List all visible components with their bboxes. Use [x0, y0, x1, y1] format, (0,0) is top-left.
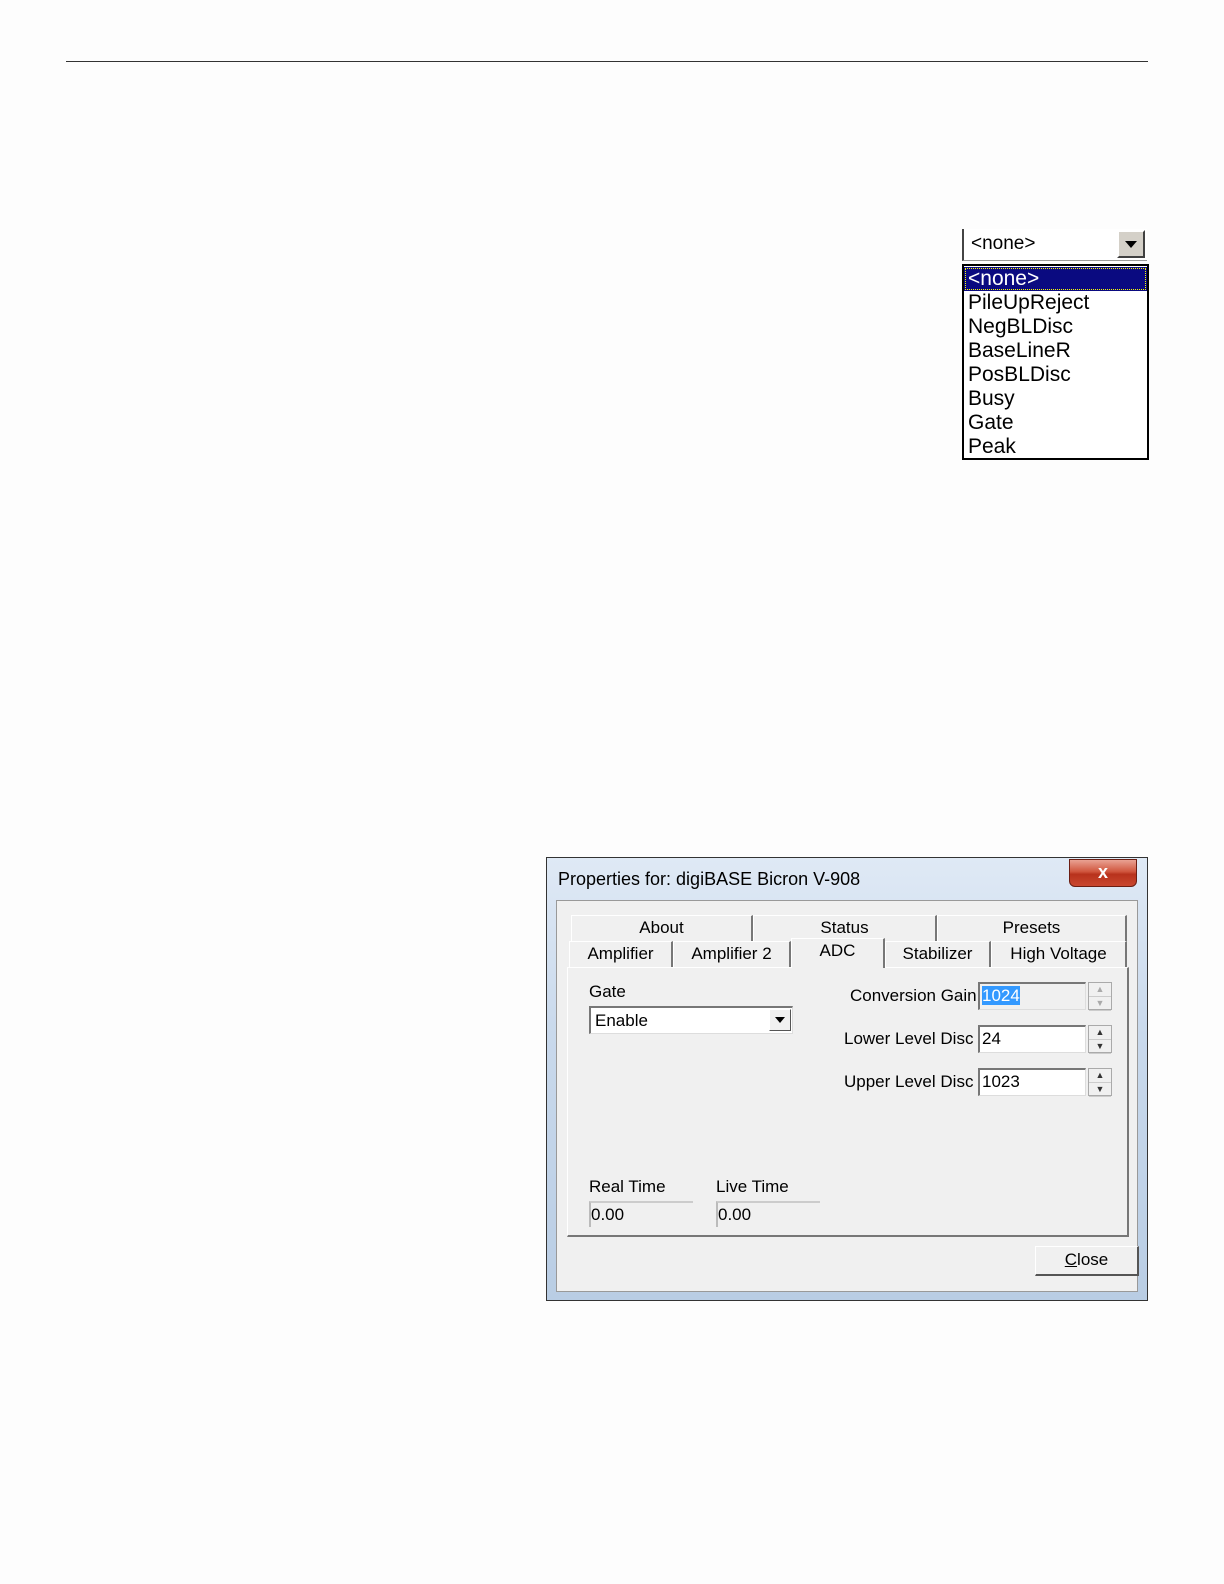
upper-level-disc-value: 1023: [982, 1072, 1020, 1091]
list-item-gate[interactable]: Gate: [964, 411, 1147, 435]
upper-level-disc-input[interactable]: 1023: [978, 1068, 1086, 1096]
spin-down-icon[interactable]: ▼: [1089, 1040, 1111, 1054]
gate-dropdown-button[interactable]: [769, 1009, 791, 1031]
dialog-client-area: About Status Presets Amplifier Amplifier…: [556, 900, 1139, 1292]
lower-level-disc-spinner[interactable]: ▲ ▼: [1088, 1025, 1112, 1054]
page-header-rule: [66, 61, 1148, 62]
output-select-dropdown-button[interactable]: [1117, 230, 1145, 258]
lower-level-disc-value: 24: [982, 1029, 1001, 1048]
spin-up-icon[interactable]: ▲: [1089, 1026, 1111, 1040]
conversion-gain-input[interactable]: 1024: [978, 982, 1086, 1010]
spin-up-icon[interactable]: ▲: [1089, 1069, 1111, 1083]
output-select-combo[interactable]: <none>: [962, 229, 1147, 261]
list-item-peak[interactable]: Peak: [964, 435, 1147, 459]
live-time-label: Live Time: [716, 1177, 789, 1196]
output-select-value: <none>: [971, 233, 1036, 254]
lower-level-disc-input[interactable]: 24: [978, 1025, 1086, 1053]
gate-select[interactable]: Enable: [589, 1006, 793, 1034]
tab-about[interactable]: About: [571, 915, 753, 941]
tab-presets[interactable]: Presets: [937, 915, 1127, 941]
gate-label: Gate: [589, 982, 626, 1001]
close-window-button[interactable]: x: [1069, 859, 1137, 887]
close-icon: x: [1097, 862, 1108, 882]
gate-select-value: Enable: [595, 1011, 648, 1030]
tab-stabilizer[interactable]: Stabilizer: [885, 941, 991, 967]
tab-high-voltage[interactable]: High Voltage: [991, 941, 1127, 967]
close-button-mnemonic: C: [1064, 1250, 1078, 1269]
list-item-none[interactable]: <none>: [964, 267, 1147, 291]
output-select-list[interactable]: <none> PileUpReject NegBLDisc BaseLineR …: [962, 264, 1149, 460]
upper-level-disc-label: Upper Level Disc: [844, 1072, 974, 1091]
chevron-down-icon: [1125, 240, 1137, 248]
list-item-baseliner[interactable]: BaseLineR: [964, 339, 1147, 363]
chevron-down-icon: [775, 1017, 785, 1023]
adc-tab-panel: Gate Enable Conversion Gain 1024 ▲ ▼ Low…: [567, 967, 1129, 1237]
conversion-gain-value: 1024: [982, 986, 1020, 1005]
spin-down-icon[interactable]: ▼: [1089, 997, 1111, 1011]
real-time-field: 0.00: [589, 1201, 693, 1227]
conversion-gain-spinner[interactable]: ▲ ▼: [1088, 982, 1112, 1011]
tab-amplifier-2[interactable]: Amplifier 2: [673, 941, 791, 967]
lower-level-disc-label: Lower Level Disc: [844, 1029, 974, 1048]
properties-dialog: Properties for: digiBASE Bicron V-908 x …: [546, 857, 1148, 1301]
list-item-busy[interactable]: Busy: [964, 387, 1147, 411]
real-time-label: Real Time: [589, 1177, 666, 1196]
spin-down-icon[interactable]: ▼: [1089, 1083, 1111, 1097]
close-button[interactable]: Close: [1035, 1246, 1139, 1276]
close-button-label: lose: [1077, 1250, 1109, 1269]
tab-adc[interactable]: ADC: [791, 938, 885, 968]
upper-level-disc-spinner[interactable]: ▲ ▼: [1088, 1068, 1112, 1097]
dialog-title: Properties for: digiBASE Bicron V-908: [558, 869, 861, 889]
spin-up-icon[interactable]: ▲: [1089, 983, 1111, 997]
list-item-pileupreject[interactable]: PileUpReject: [964, 291, 1147, 315]
conversion-gain-label: Conversion Gain: [850, 986, 977, 1005]
tab-amplifier[interactable]: Amplifier: [569, 941, 673, 967]
list-item-posbldisc[interactable]: PosBLDisc: [964, 363, 1147, 387]
live-time-field: 0.00: [716, 1201, 820, 1227]
list-item-negbldisc[interactable]: NegBLDisc: [964, 315, 1147, 339]
